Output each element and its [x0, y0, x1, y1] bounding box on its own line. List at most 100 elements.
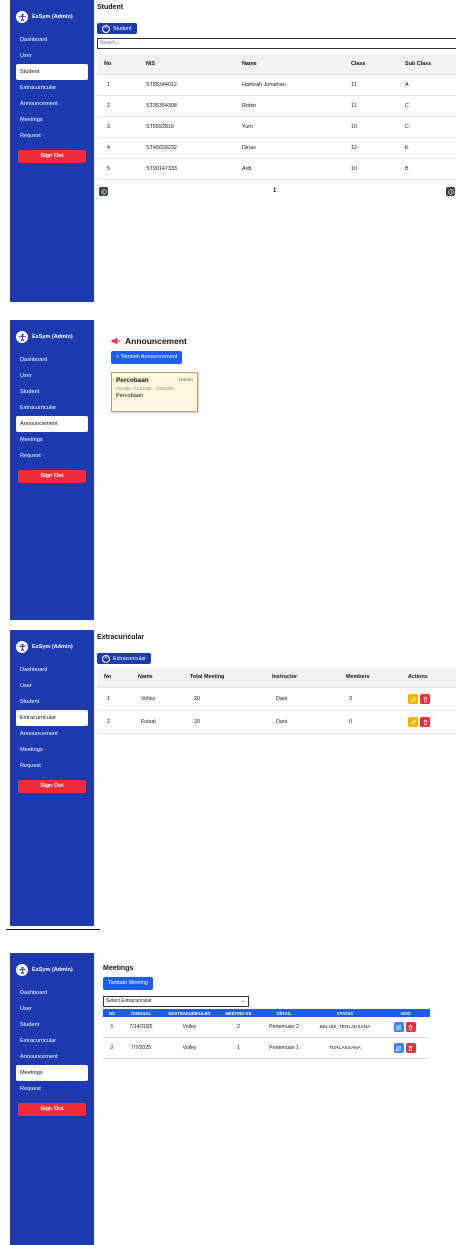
delete-button[interactable]: [405, 1022, 416, 1032]
column-header: NO: [108, 1010, 116, 1016]
edit-button[interactable]: [408, 694, 418, 704]
sign-out-button[interactable]: Sign Out: [18, 1103, 86, 1116]
sidebar-item-extracurricular[interactable]: Extracurricular: [16, 400, 88, 416]
brand: EsSym (Admin): [10, 953, 94, 979]
brand-label: EsSym (Admin): [32, 644, 73, 650]
arrow-right-icon: [447, 188, 454, 195]
meetings-panel: EsSym (Admin) Dashboard User Student Ext…: [0, 953, 456, 1245]
sidebar-item-student[interactable]: Student: [16, 1017, 88, 1033]
page-title: Meetings: [103, 965, 134, 972]
sidebar-item-announcement[interactable]: Announcement: [16, 726, 88, 742]
search-input[interactable]: Search...: [97, 38, 456, 49]
announcement-panel: EsSym (Admin) Dashboard User Student Ext…: [0, 320, 456, 620]
table-row: 5 ST90147333 Ardi 10 B: [97, 158, 456, 180]
table-row: 2 7/7/2025 Volley 1 Pertemuan 1 TERLAKSANA: [103, 1037, 430, 1059]
sidebar-item-announcement[interactable]: Announcement: [16, 1049, 88, 1065]
select-placeholder: Select Extracuricular: [106, 998, 152, 1004]
megaphone-icon: [111, 337, 120, 345]
sidebar-item-user[interactable]: User: [16, 48, 88, 64]
brand: EsSym (Admin): [10, 630, 94, 656]
pencil-icon: [410, 696, 416, 702]
announcement-title: Percobaan: [116, 377, 149, 384]
sidebar-item-announcement[interactable]: Announcement: [16, 96, 88, 112]
accessibility-icon: [16, 964, 28, 976]
sidebar-item-dashboard[interactable]: Dashboard: [16, 32, 88, 48]
column-header: Instructor: [271, 667, 345, 688]
edit-button[interactable]: [393, 1043, 404, 1053]
add-student-button[interactable]: + Student: [97, 23, 137, 34]
sidebar-item-student[interactable]: Student: [16, 384, 88, 400]
trash-icon: [408, 1024, 413, 1030]
student-table: No NIS Name Class Sub Class 1 ST85344012 H…: [97, 54, 456, 180]
sidebar-item-user[interactable]: User: [16, 678, 88, 694]
brand-label: EsSym (Admin): [32, 967, 73, 973]
extracurricular-table: No Name Total Meeting Instructor Members…: [97, 667, 456, 734]
table-row: 2 Futsal 20 Dani 0: [97, 710, 456, 734]
column-header: Members: [345, 667, 407, 688]
sidebar-item-user[interactable]: User: [16, 1001, 88, 1017]
sign-out-button[interactable]: Sign Out: [18, 780, 86, 793]
sidebar-item-user[interactable]: User: [16, 368, 88, 384]
table-row: 2 ST35354308 Robin 11 C: [97, 95, 456, 117]
delete-button[interactable]: [405, 1043, 416, 1053]
add-extracurricular-button[interactable]: + Extracuricular: [97, 653, 151, 664]
extracurricular-select[interactable]: Select Extracuricular ⌄: [103, 996, 249, 1007]
sidebar-item-dashboard[interactable]: Dashboard: [16, 985, 88, 1001]
page-title: Extracuricular: [97, 634, 145, 641]
arrow-left-icon: [100, 188, 107, 195]
column-header: TANGGAL: [130, 1010, 152, 1016]
trash-icon: [423, 719, 427, 725]
column-header: Name: [241, 54, 350, 75]
trash-icon: [423, 696, 427, 702]
column-header: Sub Class: [404, 54, 456, 75]
column-header: DETAIL: [276, 1010, 292, 1016]
accessibility-icon: [16, 11, 28, 23]
sidebar-item-request[interactable]: Request: [16, 758, 88, 774]
prev-page-button[interactable]: [99, 187, 108, 196]
sidebar-item-request[interactable]: Request: [16, 1081, 88, 1097]
column-header: No: [97, 54, 145, 75]
trash-icon: [408, 1045, 413, 1051]
sidebar-item-dashboard[interactable]: Dashboard: [16, 662, 88, 678]
sidebar-item-announcement[interactable]: Announcement: [16, 416, 88, 432]
next-page-button[interactable]: [446, 187, 455, 196]
row-actions: [381, 1017, 430, 1038]
delete-button[interactable]: [420, 694, 430, 704]
add-meeting-button[interactable]: Tambah Meeting: [103, 977, 153, 990]
sidebar-item-student[interactable]: Student: [16, 694, 88, 710]
edit-button[interactable]: [408, 717, 418, 727]
sidebar-item-request[interactable]: Request: [16, 448, 88, 464]
sign-out-button[interactable]: Sign Out: [18, 470, 86, 483]
announcement-card[interactable]: Percobaan Umum Periode: 7/14/2025 - 7/28…: [111, 372, 198, 412]
accessibility-icon: [16, 331, 28, 343]
table-row: 4 ST45029232 Dinas 12 E: [97, 137, 456, 159]
sidebar-item-extracurricular[interactable]: Extracurricular: [16, 710, 88, 726]
edit-button[interactable]: [393, 1022, 404, 1032]
sidebar-item-meetings[interactable]: Meetings: [16, 432, 88, 448]
chevron-down-icon: ⌄: [240, 998, 245, 1004]
pencil-icon: [410, 719, 416, 725]
column-header: STATUS: [336, 1010, 354, 1016]
sidebar-item-dashboard[interactable]: Dashboard: [16, 352, 88, 368]
brand: EsSym (Admin): [10, 320, 94, 346]
row-actions: [407, 710, 456, 734]
brand-label: EsSym (Admin): [32, 14, 73, 20]
announcement-body: Percobaan: [116, 393, 144, 399]
add-announcement-button[interactable]: + Tambah Announcement: [111, 351, 183, 364]
column-header: Name: [137, 667, 189, 688]
column-header: Total Meeting: [189, 667, 271, 688]
edit-square-icon: [396, 1024, 402, 1030]
sidebar-item-meetings[interactable]: Meetings: [16, 112, 88, 128]
sidebar-item-request[interactable]: Request: [16, 128, 88, 144]
sidebar-item-extracurricular[interactable]: Extracurricular: [16, 80, 88, 96]
meetings-table: NO TANGGAL EKSTRAKURIKULER MEETING KE DE…: [103, 1009, 430, 1059]
sidebar-item-meetings[interactable]: Meetings: [16, 742, 88, 758]
page-title: Student: [97, 4, 124, 11]
edit-square-icon: [396, 1045, 402, 1051]
delete-button[interactable]: [420, 717, 430, 727]
page-number: 1: [273, 188, 277, 194]
sidebar-item-student[interactable]: Student: [16, 64, 88, 80]
sidebar-item-extracurricular[interactable]: Extracurricular: [16, 1033, 88, 1049]
sign-out-button[interactable]: Sign Out: [18, 150, 86, 163]
sidebar-item-meetings[interactable]: Meetings: [16, 1065, 88, 1081]
